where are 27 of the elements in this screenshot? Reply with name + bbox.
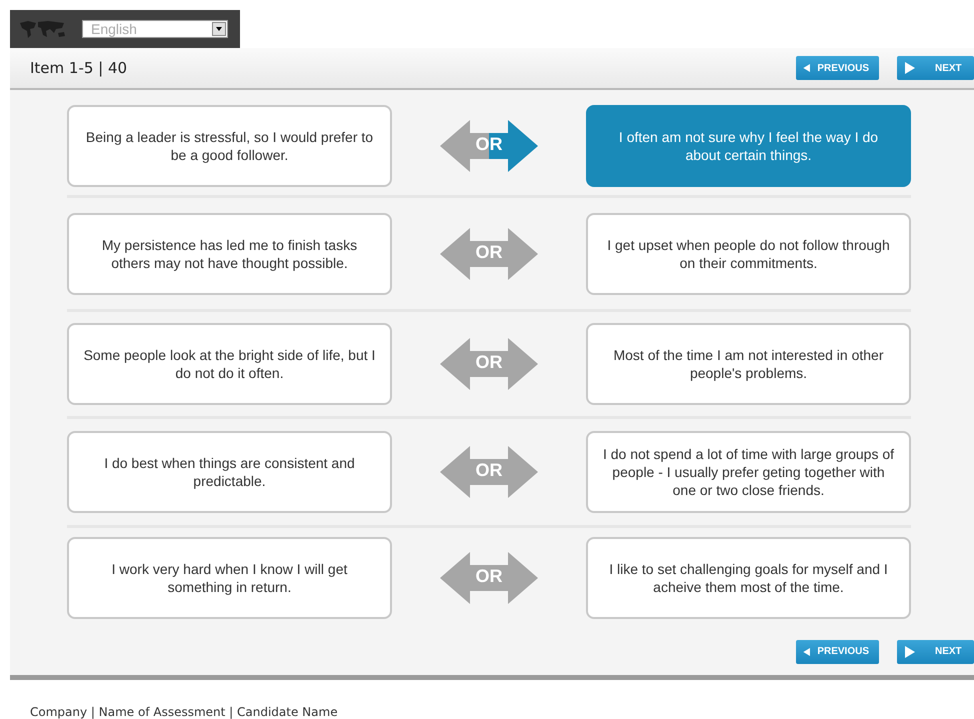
- statement-option[interactable]: I like to set challenging goals for myself and I acheive them most of the time.: [586, 537, 911, 619]
- right-triangle-icon: [903, 61, 917, 75]
- statement-option[interactable]: I do not spend a lot of time with large groups of people - I usually prefer geting together with one or two close friends.: [586, 431, 911, 513]
- double-arrow-icon: [440, 228, 538, 280]
- statement-option[interactable]: I do best when things are consistent and predictable.: [67, 431, 392, 513]
- or-label: OR: [474, 242, 504, 262]
- double-arrow-icon: [440, 120, 538, 172]
- or-label: OR: [474, 134, 504, 154]
- double-arrow-icon: [440, 446, 538, 498]
- right-triangle-icon: [903, 644, 917, 658]
- statement-option[interactable]: Being a leader is stressful, so I would prefer to be a good follower.: [67, 104, 392, 186]
- statement-option[interactable]: Most of the time I am not interested in other people's problems.: [586, 323, 911, 405]
- item-counter: Item 1-5 | 40: [30, 59, 128, 77]
- double-arrow-icon: [440, 338, 538, 390]
- double-arrow-icon: [440, 552, 538, 604]
- or-label: OR: [474, 566, 504, 587]
- statement-option[interactable]: Some people look at the bright side of life, but I do not do it often.: [67, 323, 392, 405]
- statement-option[interactable]: I get upset when people do not follow through on their commitments.: [586, 212, 911, 294]
- footer-text: Company | Name of Assessment | Candidate Name: [30, 705, 338, 719]
- caret-icon: [212, 22, 226, 36]
- left-triangle-icon: [802, 61, 812, 75]
- statement-option[interactable]: My persistence has led me to finish tasks others may not have thought possible.: [67, 212, 392, 294]
- or-label: OR: [474, 352, 504, 373]
- statement-option[interactable]: I work very hard when I know I will get something in return.: [67, 537, 392, 619]
- or-label: OR: [474, 460, 504, 481]
- statement-option[interactable]: I often am not sure why I feel the way I do about certain things.: [586, 104, 911, 186]
- world-map-icon: [18, 19, 68, 39]
